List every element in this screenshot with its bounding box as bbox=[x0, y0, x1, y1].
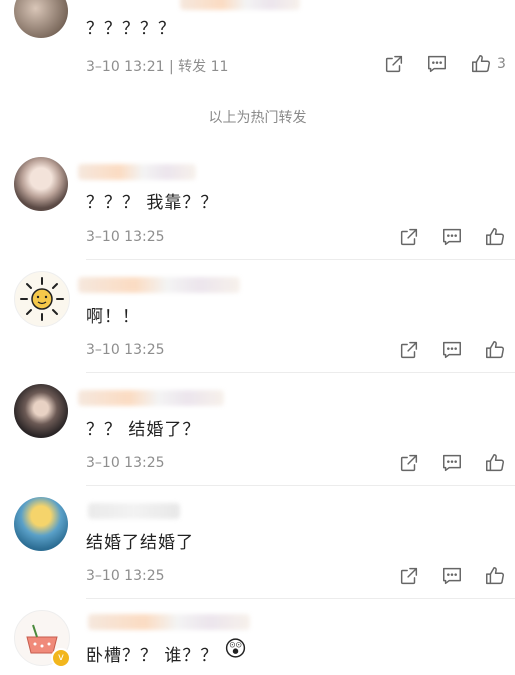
comment-time: 3–10 13:25 bbox=[86, 229, 165, 245]
avatar[interactable] bbox=[14, 497, 68, 551]
comment-icon[interactable] bbox=[441, 339, 463, 361]
comment-icon[interactable] bbox=[426, 53, 448, 75]
comment-icon[interactable] bbox=[441, 452, 463, 474]
divider bbox=[86, 372, 515, 373]
avatar[interactable] bbox=[14, 157, 68, 211]
avatar[interactable] bbox=[14, 271, 70, 327]
avatar[interactable] bbox=[14, 384, 68, 438]
like-icon[interactable] bbox=[484, 226, 506, 248]
comment-text: 卧槽？？ 谁？？ bbox=[86, 646, 219, 666]
comment-text: 结婚了结婚了 bbox=[86, 533, 194, 553]
username-blurred[interactable] bbox=[88, 614, 250, 630]
like-count: 3 bbox=[497, 56, 506, 72]
like-icon[interactable] bbox=[484, 565, 506, 587]
username-blurred[interactable] bbox=[78, 164, 196, 180]
like-icon[interactable] bbox=[484, 339, 506, 361]
comment-text: ？？？？？ bbox=[86, 19, 176, 39]
sun-drawing-icon bbox=[20, 277, 64, 321]
share-icon[interactable] bbox=[398, 452, 420, 474]
share-icon[interactable] bbox=[398, 565, 420, 587]
username-blurred[interactable] bbox=[78, 277, 240, 293]
divider bbox=[86, 598, 515, 599]
comment-text: 啊！！ bbox=[86, 307, 140, 327]
username-blurred[interactable] bbox=[180, 0, 300, 10]
comment-icon[interactable] bbox=[441, 226, 463, 248]
like-icon[interactable] bbox=[470, 53, 492, 75]
username-blurred[interactable] bbox=[78, 390, 224, 406]
comment-text: ？？ 结婚了？ bbox=[86, 420, 201, 440]
share-icon[interactable] bbox=[398, 226, 420, 248]
avatar[interactable] bbox=[14, 0, 68, 38]
like-icon[interactable] bbox=[484, 452, 506, 474]
divider bbox=[86, 259, 515, 260]
username-blurred[interactable] bbox=[88, 503, 180, 519]
comment-time: 3–10 13:25 bbox=[86, 455, 165, 471]
divider bbox=[86, 485, 515, 486]
comment-time: 3–10 13:25 bbox=[86, 342, 165, 358]
comment-text: ？？？ 我靠？？ bbox=[86, 193, 219, 213]
comment-meta: 3–10 13:21 | 转发 11 bbox=[86, 59, 229, 75]
comment-icon[interactable] bbox=[441, 565, 463, 587]
vip-badge: v bbox=[51, 648, 71, 668]
share-icon[interactable] bbox=[383, 53, 405, 75]
share-icon[interactable] bbox=[398, 339, 420, 361]
hot-reposts-label: 以上为热门转发 bbox=[208, 110, 307, 126]
shocked-emoji: 😲 bbox=[224, 637, 247, 662]
comment-time: 3–10 13:25 bbox=[86, 568, 165, 584]
